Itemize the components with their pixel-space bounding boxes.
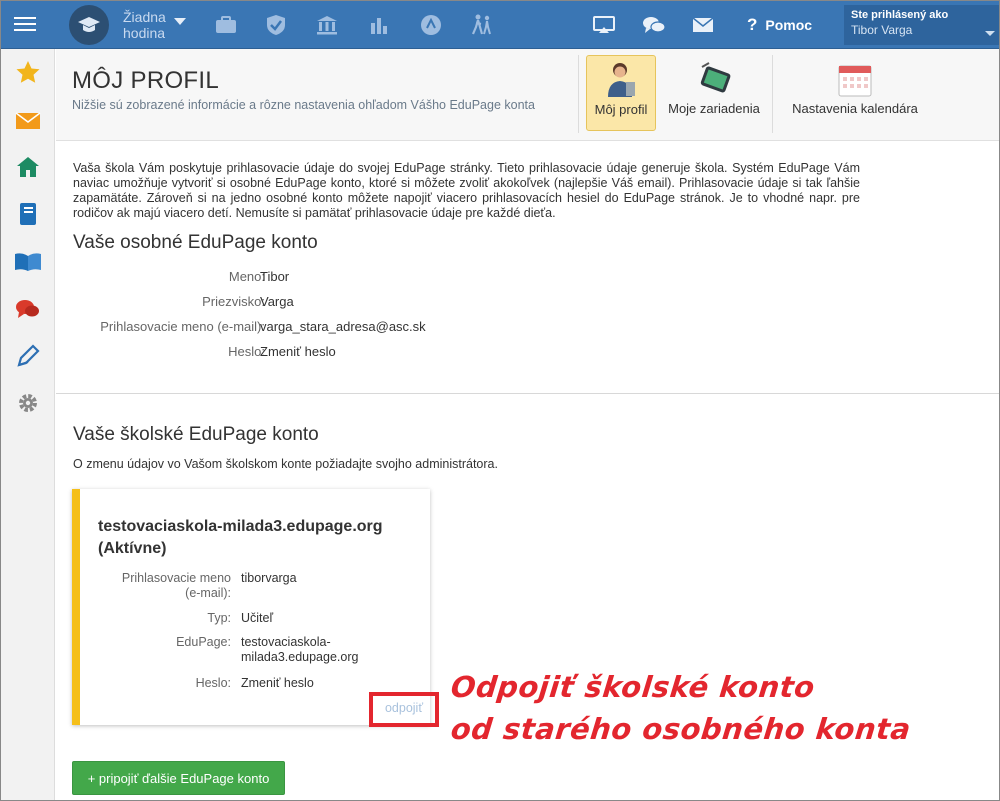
chat-icon[interactable] — [13, 294, 43, 324]
open-book-icon[interactable] — [13, 247, 43, 277]
badge-icon[interactable] — [418, 12, 444, 38]
change-password-link[interactable]: Zmeniť heslo — [260, 344, 336, 359]
home-icon[interactable] — [13, 152, 43, 182]
graduation-cap-icon[interactable] — [69, 5, 109, 45]
section-divider — [56, 393, 999, 394]
field-value: tiborvarga — [241, 571, 297, 585]
pencil-icon[interactable] — [13, 341, 43, 371]
intro-paragraph: Vaša škola Vám poskytuje prihlasovacie ú… — [73, 161, 860, 220]
gear-icon[interactable] — [13, 388, 43, 418]
help-button[interactable]: ? Pomoc — [747, 15, 812, 35]
divider — [772, 55, 773, 133]
field-label: Priezvisko: — [202, 294, 265, 309]
divider — [578, 55, 579, 133]
field-value: Varga — [260, 294, 294, 309]
school-account-heading: Vaše školské EduPage konto — [73, 424, 319, 445]
field-value: Tibor — [260, 269, 290, 284]
school-account-title: testovaciaskola-milada3.edupage.org (Akt… — [98, 516, 383, 560]
field-label: EduPage: — [176, 635, 231, 649]
logged-in-user-name: Tibor Varga — [851, 23, 913, 37]
account-status: (Aktívne) — [98, 540, 167, 557]
top-navigation-bar: Žiadna hodina ? Pomoc Ste prihlásený ako… — [1, 1, 999, 49]
user-account-menu[interactable]: Ste prihlásený ako Tibor Varga — [844, 5, 999, 45]
bar-chart-icon[interactable] — [366, 12, 392, 38]
chat-bubbles-icon[interactable] — [641, 12, 667, 38]
mail-icon[interactable] — [690, 12, 716, 38]
field-label-line2: (e-mail): — [185, 586, 231, 600]
tab-label: Môj profil — [594, 102, 648, 117]
calendar-icon — [778, 61, 932, 97]
annotation-line1: Odpojiť školské konto — [449, 670, 817, 704]
logged-in-caption: Ste prihlásený ako — [851, 9, 949, 21]
field-label: Prihlasovacie meno (e-mail): — [122, 571, 231, 601]
left-sidebar — [1, 49, 55, 800]
page-subtitle: Nižšie sú zobrazené informácie a rôzne n… — [72, 98, 535, 112]
help-icon: ? — [747, 15, 758, 34]
star-icon[interactable] — [13, 57, 43, 87]
envelope-icon[interactable] — [13, 106, 43, 136]
current-lesson-selector[interactable]: Žiadna hodina — [123, 9, 166, 41]
page-title: MÔJ PROFIL — [72, 67, 220, 94]
field-label: Prihlasovacie meno (e-mail): — [100, 319, 265, 334]
cast-icon[interactable] — [591, 12, 617, 38]
personal-account-heading: Vaše osobné EduPage konto — [73, 232, 318, 253]
tab-calendar-settings[interactable]: Nastavenia kalendára — [778, 55, 932, 131]
lesson-line2: hodina — [123, 25, 166, 41]
school-account-note: O zmenu údajov vo Vašom školskom konte p… — [73, 457, 498, 471]
briefcase-icon[interactable] — [213, 12, 239, 38]
change-password-link[interactable]: Zmeniť heslo — [241, 676, 314, 691]
lesson-line1: Žiadna — [123, 9, 166, 25]
tab-my-devices[interactable]: Moje zariadenia — [660, 55, 768, 131]
page-header: MÔJ PROFIL Nižšie sú zobrazené informáci… — [56, 49, 999, 141]
notebook-icon[interactable] — [13, 199, 43, 229]
field-value: testovaciaskola- milada3.edupage.org — [241, 635, 358, 665]
profile-person-icon — [587, 62, 655, 98]
edupage-value-line2: milada3.edupage.org — [241, 650, 359, 664]
field-label: Heslo: — [195, 676, 231, 690]
edupage-value-line1: testovaciaskola- — [241, 635, 331, 649]
disconnect-link[interactable]: odpojiť — [369, 692, 439, 727]
tab-my-profile[interactable]: Môj profil — [586, 55, 656, 131]
tablet-device-icon — [660, 61, 768, 97]
menu-icon[interactable] — [14, 13, 36, 33]
tab-label: Nastavenia kalendára — [792, 101, 918, 116]
tab-label: Moje zariadenia — [668, 101, 760, 116]
bank-icon[interactable] — [314, 12, 340, 38]
annotation-line2: od starého osobného konta — [449, 712, 913, 746]
chevron-down-icon[interactable] — [174, 18, 186, 25]
field-value: varga_stara_adresa@asc.sk — [260, 319, 426, 334]
field-value: Učiteľ — [241, 611, 274, 625]
add-edupage-account-button[interactable]: + pripojiť ďalšie EduPage konto — [72, 761, 285, 795]
school-domain: testovaciaskola-milada3.edupage.org — [98, 518, 383, 535]
shield-check-icon[interactable] — [263, 12, 289, 38]
help-label: Pomoc — [765, 17, 813, 33]
chevron-down-icon — [985, 31, 995, 36]
walking-people-icon[interactable] — [469, 12, 495, 38]
school-account-card: testovaciaskola-milada3.edupage.org (Akt… — [72, 489, 439, 727]
main-content: Vaša škola Vám poskytuje prihlasovacie ú… — [56, 142, 999, 800]
field-label-line1: Prihlasovacie meno — [121, 571, 231, 585]
app-window: Žiadna hodina ? Pomoc Ste prihlásený ako… — [0, 0, 1000, 801]
field-label: Typ: — [207, 611, 231, 625]
